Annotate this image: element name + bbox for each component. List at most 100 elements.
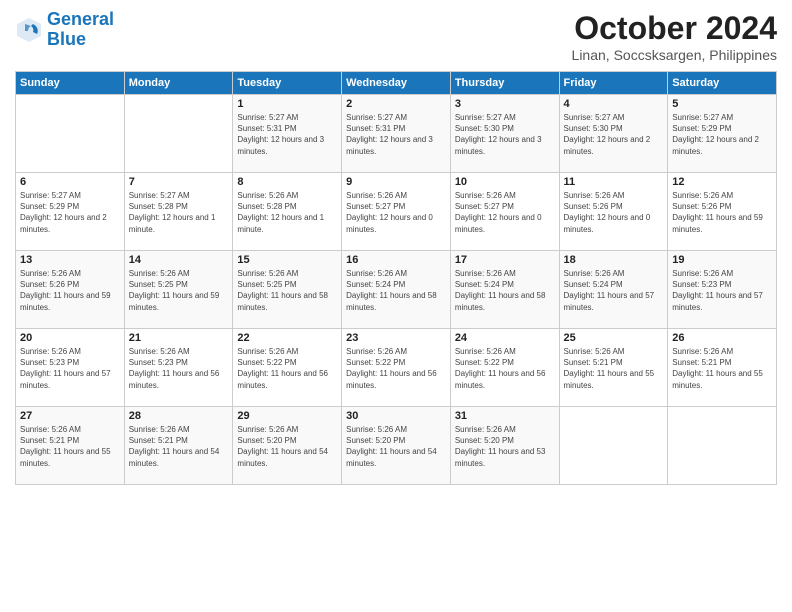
calendar-cell: 24 Sunrise: 5:26 AM Sunset: 5:22 PM Dayli… xyxy=(450,329,559,407)
calendar-header-row: SundayMondayTuesdayWednesdayThursdayFrid… xyxy=(16,72,777,95)
weekday-header: Thursday xyxy=(450,72,559,95)
weekday-header: Sunday xyxy=(16,72,125,95)
day-number: 14 xyxy=(129,254,229,266)
day-number: 29 xyxy=(237,410,337,422)
day-number: 3 xyxy=(455,98,555,110)
calendar-cell: 17 Sunrise: 5:26 AM Sunset: 5:24 PM Dayli… xyxy=(450,251,559,329)
day-number: 20 xyxy=(20,332,120,344)
day-number: 10 xyxy=(455,176,555,188)
calendar-cell: 6Sunrise: 5:27 AM Sunset: 5:29 PM Daylig… xyxy=(16,173,125,251)
day-info: Sunrise: 5:27 AM Sunset: 5:31 PM Dayligh… xyxy=(346,112,446,157)
calendar-cell: 31 Sunrise: 5:26 AM Sunset: 5:20 PM Dayli… xyxy=(450,407,559,485)
calendar-cell: 14 Sunrise: 5:26 AM Sunset: 5:25 PM Dayli… xyxy=(124,251,233,329)
logo-line2: Blue xyxy=(47,29,86,49)
logo-text: General Blue xyxy=(47,10,114,50)
day-number: 7 xyxy=(129,176,229,188)
weekday-header: Friday xyxy=(559,72,668,95)
day-info: Sunrise: 5:27 AM Sunset: 5:31 PM Dayligh… xyxy=(237,112,337,157)
day-number: 12 xyxy=(672,176,772,188)
day-number: 19 xyxy=(672,254,772,266)
logo-icon xyxy=(15,16,43,44)
day-number: 11 xyxy=(564,176,664,188)
title-block: October 2024 Linan, Soccsksargen, Philip… xyxy=(572,10,777,63)
day-number: 13 xyxy=(20,254,120,266)
day-number: 26 xyxy=(672,332,772,344)
calendar-cell: 3Sunrise: 5:27 AM Sunset: 5:30 PM Daylig… xyxy=(450,95,559,173)
day-info: Sunrise: 5:26 AM Sunset: 5:22 PM Dayligh… xyxy=(455,346,555,391)
calendar-cell: 1 Sunrise: 5:27 AM Sunset: 5:31 PM Daylig… xyxy=(233,95,342,173)
day-number: 21 xyxy=(129,332,229,344)
calendar-cell: 21 Sunrise: 5:26 AM Sunset: 5:23 PM Dayli… xyxy=(124,329,233,407)
day-number: 30 xyxy=(346,410,446,422)
calendar-week-row: 1 Sunrise: 5:27 AM Sunset: 5:31 PM Daylig… xyxy=(16,95,777,173)
day-info: Sunrise: 5:26 AM Sunset: 5:25 PM Dayligh… xyxy=(237,268,337,313)
day-number: 9 xyxy=(346,176,446,188)
day-number: 4 xyxy=(564,98,664,110)
day-number: 23 xyxy=(346,332,446,344)
calendar-cell: 22Sunrise: 5:26 AM Sunset: 5:22 PM Dayli… xyxy=(233,329,342,407)
header: General Blue October 2024 Linan, Soccsks… xyxy=(15,10,777,63)
calendar-cell xyxy=(16,95,125,173)
weekday-header: Wednesday xyxy=(342,72,451,95)
day-info: Sunrise: 5:27 AM Sunset: 5:29 PM Dayligh… xyxy=(672,112,772,157)
calendar-cell: 29 Sunrise: 5:26 AM Sunset: 5:20 PM Dayli… xyxy=(233,407,342,485)
day-number: 31 xyxy=(455,410,555,422)
day-number: 15 xyxy=(237,254,337,266)
day-info: Sunrise: 5:26 AM Sunset: 5:27 PM Dayligh… xyxy=(455,190,555,235)
calendar-cell: 13 Sunrise: 5:26 AM Sunset: 5:26 PM Dayli… xyxy=(16,251,125,329)
day-info: Sunrise: 5:26 AM Sunset: 5:20 PM Dayligh… xyxy=(237,424,337,469)
calendar-cell: 9 Sunrise: 5:26 AM Sunset: 5:27 PM Daylig… xyxy=(342,173,451,251)
day-info: Sunrise: 5:26 AM Sunset: 5:27 PM Dayligh… xyxy=(346,190,446,235)
day-info: Sunrise: 5:26 AM Sunset: 5:21 PM Dayligh… xyxy=(129,424,229,469)
calendar-cell: 7Sunrise: 5:27 AM Sunset: 5:28 PM Daylig… xyxy=(124,173,233,251)
day-info: Sunrise: 5:26 AM Sunset: 5:23 PM Dayligh… xyxy=(20,346,120,391)
calendar-cell xyxy=(124,95,233,173)
day-number: 27 xyxy=(20,410,120,422)
calendar-cell xyxy=(559,407,668,485)
calendar-cell: 12 Sunrise: 5:26 AM Sunset: 5:26 PM Dayli… xyxy=(668,173,777,251)
day-info: Sunrise: 5:26 AM Sunset: 5:22 PM Dayligh… xyxy=(346,346,446,391)
day-info: Sunrise: 5:26 AM Sunset: 5:21 PM Dayligh… xyxy=(672,346,772,391)
calendar-cell: 16Sunrise: 5:26 AM Sunset: 5:24 PM Dayli… xyxy=(342,251,451,329)
day-number: 1 xyxy=(237,98,337,110)
month-title: October 2024 xyxy=(572,10,777,47)
day-info: Sunrise: 5:27 AM Sunset: 5:30 PM Dayligh… xyxy=(564,112,664,157)
calendar-cell: 11 Sunrise: 5:26 AM Sunset: 5:26 PM Dayli… xyxy=(559,173,668,251)
day-info: Sunrise: 5:26 AM Sunset: 5:22 PM Dayligh… xyxy=(237,346,337,391)
calendar-cell: 27 Sunrise: 5:26 AM Sunset: 5:21 PM Dayli… xyxy=(16,407,125,485)
day-number: 25 xyxy=(564,332,664,344)
calendar-table: SundayMondayTuesdayWednesdayThursdayFrid… xyxy=(15,71,777,485)
calendar-cell: 28 Sunrise: 5:26 AM Sunset: 5:21 PM Dayli… xyxy=(124,407,233,485)
day-info: Sunrise: 5:26 AM Sunset: 5:21 PM Dayligh… xyxy=(20,424,120,469)
calendar-body: 1 Sunrise: 5:27 AM Sunset: 5:31 PM Daylig… xyxy=(16,95,777,485)
day-number: 5 xyxy=(672,98,772,110)
day-number: 18 xyxy=(564,254,664,266)
calendar-cell: 4 Sunrise: 5:27 AM Sunset: 5:30 PM Daylig… xyxy=(559,95,668,173)
day-info: Sunrise: 5:26 AM Sunset: 5:24 PM Dayligh… xyxy=(564,268,664,313)
day-number: 17 xyxy=(455,254,555,266)
location: Linan, Soccsksargen, Philippines xyxy=(572,47,777,63)
calendar-week-row: 6Sunrise: 5:27 AM Sunset: 5:29 PM Daylig… xyxy=(16,173,777,251)
calendar-cell xyxy=(668,407,777,485)
day-info: Sunrise: 5:26 AM Sunset: 5:20 PM Dayligh… xyxy=(455,424,555,469)
calendar-cell: 15 Sunrise: 5:26 AM Sunset: 5:25 PM Dayli… xyxy=(233,251,342,329)
day-number: 2 xyxy=(346,98,446,110)
weekday-header: Monday xyxy=(124,72,233,95)
calendar-cell: 19Sunrise: 5:26 AM Sunset: 5:23 PM Dayli… xyxy=(668,251,777,329)
calendar-cell: 8Sunrise: 5:26 AM Sunset: 5:28 PM Daylig… xyxy=(233,173,342,251)
page: General Blue October 2024 Linan, Soccsks… xyxy=(0,0,792,612)
day-info: Sunrise: 5:26 AM Sunset: 5:26 PM Dayligh… xyxy=(564,190,664,235)
day-number: 28 xyxy=(129,410,229,422)
day-info: Sunrise: 5:26 AM Sunset: 5:25 PM Dayligh… xyxy=(129,268,229,313)
day-info: Sunrise: 5:26 AM Sunset: 5:20 PM Dayligh… xyxy=(346,424,446,469)
calendar-week-row: 13 Sunrise: 5:26 AM Sunset: 5:26 PM Dayli… xyxy=(16,251,777,329)
day-info: Sunrise: 5:26 AM Sunset: 5:26 PM Dayligh… xyxy=(20,268,120,313)
day-info: Sunrise: 5:26 AM Sunset: 5:26 PM Dayligh… xyxy=(672,190,772,235)
day-info: Sunrise: 5:26 AM Sunset: 5:24 PM Dayligh… xyxy=(455,268,555,313)
day-number: 24 xyxy=(455,332,555,344)
calendar-cell: 26 Sunrise: 5:26 AM Sunset: 5:21 PM Dayli… xyxy=(668,329,777,407)
day-info: Sunrise: 5:27 AM Sunset: 5:29 PM Dayligh… xyxy=(20,190,120,235)
day-info: Sunrise: 5:26 AM Sunset: 5:23 PM Dayligh… xyxy=(129,346,229,391)
logo: General Blue xyxy=(15,10,114,50)
weekday-header: Saturday xyxy=(668,72,777,95)
